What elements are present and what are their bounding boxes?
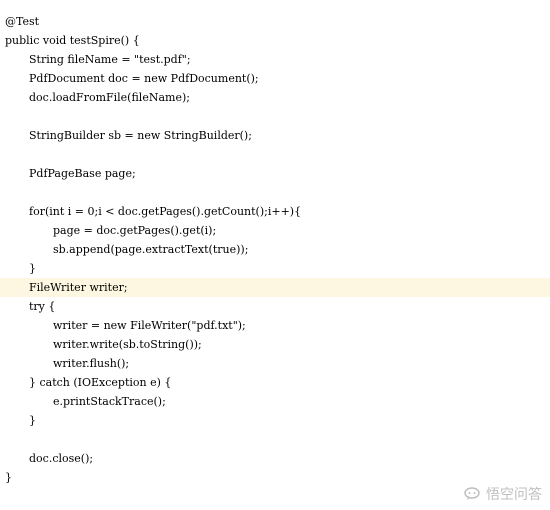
code-line[interactable]: e.printStackTrace(); xyxy=(0,392,550,411)
watermark-text: 悟空问答 xyxy=(486,487,542,503)
code-line[interactable]: for(int i = 0;i < doc.getPages().getCoun… xyxy=(0,202,550,221)
code-line[interactable] xyxy=(0,107,550,126)
code-line[interactable]: doc.close(); xyxy=(0,449,550,468)
code-line[interactable]: } xyxy=(0,411,550,430)
chat-bubble-logo-icon xyxy=(464,487,480,500)
code-line[interactable]: doc.loadFromFile(fileName); xyxy=(0,88,550,107)
code-line[interactable] xyxy=(0,430,550,449)
code-line[interactable]: writer.write(sb.toString()); xyxy=(0,335,550,354)
code-line[interactable]: FileWriter writer; xyxy=(0,278,550,297)
code-line[interactable]: @Test xyxy=(0,12,550,31)
code-line[interactable]: String fileName = "test.pdf"; xyxy=(0,50,550,69)
watermark: 悟空问答 xyxy=(464,484,542,504)
code-line[interactable] xyxy=(0,145,550,164)
code-line[interactable]: PdfPageBase page; xyxy=(0,164,550,183)
code-line[interactable]: public void testSpire() { xyxy=(0,31,550,50)
code-line[interactable]: writer = new FileWriter("pdf.txt"); xyxy=(0,316,550,335)
code-line[interactable]: } catch (IOException e) { xyxy=(0,373,550,392)
code-line[interactable]: } xyxy=(0,259,550,278)
code-line[interactable]: sb.append(page.extractText(true)); xyxy=(0,240,550,259)
code-line[interactable]: StringBuilder sb = new StringBuilder(); xyxy=(0,126,550,145)
code-line[interactable]: page = doc.getPages().get(i); xyxy=(0,221,550,240)
code-line[interactable]: PdfDocument doc = new PdfDocument(); xyxy=(0,69,550,88)
code-editor[interactable]: @Test public void testSpire() {String fil… xyxy=(0,0,550,510)
code-line[interactable]: try { xyxy=(0,297,550,316)
code-line[interactable] xyxy=(0,183,550,202)
code-line[interactable]: writer.flush(); xyxy=(0,354,550,373)
